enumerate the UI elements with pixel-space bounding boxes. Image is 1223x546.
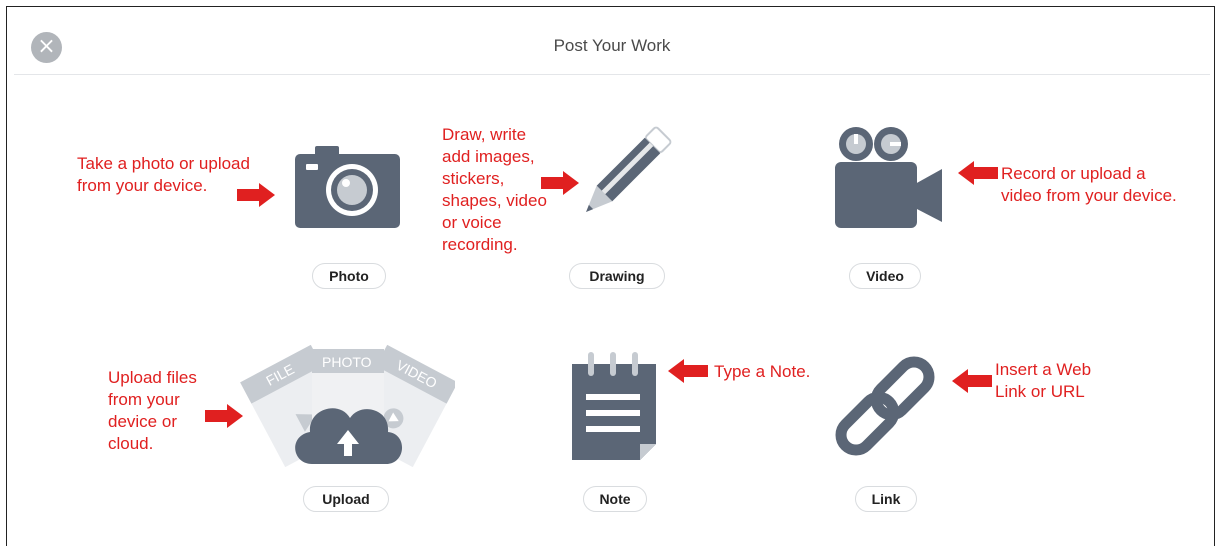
drawing-tile[interactable]	[565, 118, 675, 238]
dialog-header: × Post Your Work	[14, 18, 1210, 75]
video-camera-icon	[835, 127, 942, 228]
pencil-icon	[586, 126, 672, 212]
arrow-left-icon	[952, 369, 992, 393]
arrow-left-icon	[958, 161, 998, 185]
camera-icon	[295, 146, 400, 228]
photo-annotation: Take a photo or upload from your device.	[77, 154, 250, 195]
arrow-left-icon	[668, 359, 708, 383]
link-tile[interactable]	[823, 344, 948, 469]
page-title: Post Your Work	[553, 36, 671, 55]
note-button[interactable]: Note	[583, 486, 647, 512]
photo-button[interactable]: Photo	[312, 263, 386, 289]
link-button[interactable]: Link	[855, 486, 917, 512]
upload-button[interactable]: Upload	[303, 486, 389, 512]
note-tile[interactable]	[566, 350, 661, 465]
video-annotation: Record or upload a video from your devic…	[1001, 164, 1177, 205]
photo-tile[interactable]	[290, 140, 405, 230]
link-annotation: Insert a Web Link or URL	[995, 360, 1092, 401]
drawing-button[interactable]: Drawing	[569, 263, 665, 289]
arrow-right-icon	[205, 404, 243, 428]
arrow-right-icon	[237, 183, 275, 207]
video-button[interactable]: Video	[849, 263, 921, 289]
cloud-upload-icon: FILE VIDEO PHOTO	[240, 344, 455, 468]
link-icon	[835, 356, 935, 456]
drawing-annotation: Draw, write add images, stickers, shapes…	[442, 125, 547, 254]
video-tile[interactable]	[830, 124, 945, 232]
note-annotation: Type a Note.	[714, 362, 811, 381]
photo-card-label: PHOTO	[322, 354, 372, 370]
arrow-right-icon	[541, 171, 579, 195]
upload-tile[interactable]: FILE VIDEO PHOTO	[240, 344, 455, 469]
upload-annotation: Upload files from your device or cloud.	[108, 368, 197, 453]
notepad-icon	[572, 352, 656, 460]
